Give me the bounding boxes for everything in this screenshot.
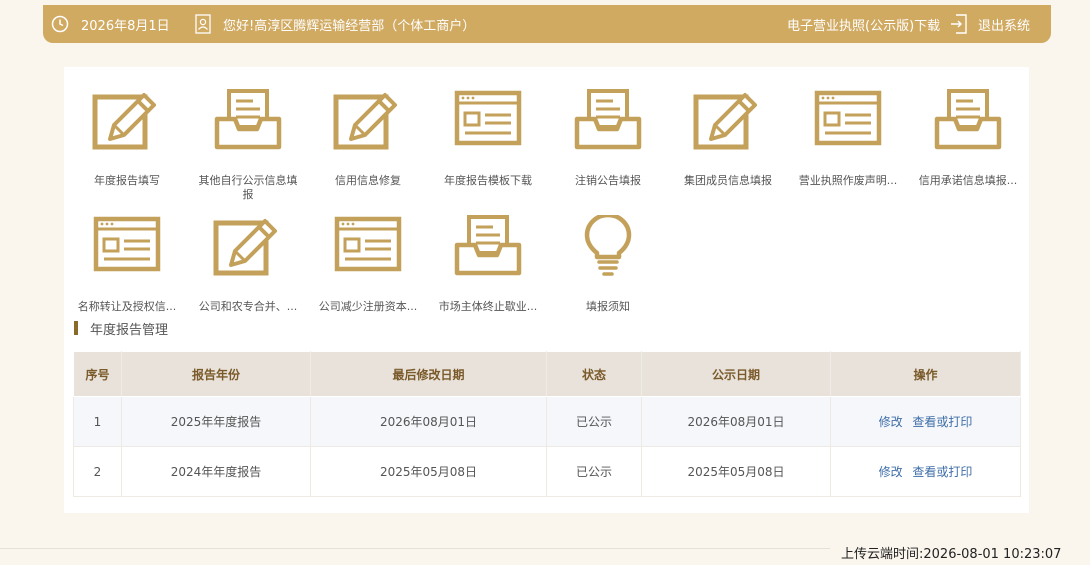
inbox-icon — [428, 215, 548, 277]
view-print-link[interactable]: 查看或打印 — [912, 415, 972, 429]
edit-link[interactable]: 修改 — [879, 415, 903, 429]
cell-actions: 修改 查看或打印 — [830, 446, 1021, 497]
tile-label: 信用承诺信息填报... — [918, 174, 1018, 187]
form-pencil-icon — [668, 89, 788, 151]
tile-instructions[interactable]: 填报须知 — [548, 215, 668, 325]
cell-year: 2024年年度报告 — [121, 446, 311, 497]
lightbulb-icon — [548, 215, 668, 277]
view-print-link[interactable]: 查看或打印 — [912, 465, 972, 479]
inbox-icon — [908, 89, 1028, 151]
clock-icon — [51, 15, 69, 33]
window-list-icon — [788, 89, 908, 151]
form-pencil-icon — [308, 89, 428, 151]
col-header-status: 状态 — [546, 351, 642, 397]
col-header-published: 公示日期 — [641, 351, 831, 397]
cell-no: 2 — [73, 446, 122, 497]
cell-status: 已公示 — [546, 396, 642, 447]
inbox-icon — [548, 89, 668, 151]
tile-label: 公司和农专合并、... — [198, 300, 298, 313]
cell-no: 1 — [73, 396, 122, 447]
user-greeting: 您好!高淳区腾辉运输经营部（个体工商户） — [195, 5, 475, 43]
window-list-icon — [428, 89, 548, 151]
top-header-bar: 2026年8月1日 您好!高淳区腾辉运输经营部（个体工商户） 电子营业执照(公示… — [43, 5, 1051, 43]
tile-credit-commitment[interactable]: 信用承诺信息填报... — [908, 89, 1028, 199]
tile-group-members[interactable]: 集团成员信息填报 — [668, 89, 788, 199]
upload-time: 上传云端时间:2026-08-01 10:23:07 — [841, 547, 1062, 562]
tile-label: 市场主体终止歇业... — [438, 300, 538, 313]
tile-label: 营业执照作废声明... — [798, 174, 898, 187]
tile-label: 公司减少注册资本... — [318, 300, 418, 313]
date-display: 2026年8月1日 — [51, 5, 170, 43]
footer-divider — [0, 548, 830, 549]
tile-label: 信用信息修复 — [335, 174, 401, 187]
tile-label: 名称转让及授权信... — [77, 300, 177, 313]
tile-annual-report-fill[interactable]: 年度报告填写 — [67, 89, 187, 199]
section-title: 年度报告管理 — [90, 322, 169, 338]
col-header-no: 序号 — [73, 351, 122, 397]
logout-label: 退出系统 — [978, 18, 1031, 34]
cell-published: 2026年08月01日 — [641, 396, 831, 447]
logout-button[interactable]: 退出系统 — [950, 5, 1030, 43]
tile-credit-repair[interactable]: 信用信息修复 — [308, 89, 428, 199]
greeting-text: 您好!高淳区腾辉运输经营部（个体工商户） — [223, 18, 476, 34]
tile-cancel-notice[interactable]: 注销公告填报 — [548, 89, 668, 199]
tile-capital-reduction[interactable]: 公司减少注册资本... — [308, 215, 428, 325]
form-pencil-icon — [188, 215, 308, 277]
cell-modified: 2026年08月01日 — [310, 396, 547, 447]
inbox-icon — [188, 89, 308, 151]
col-header-actions: 操作 — [830, 351, 1021, 397]
tile-merger[interactable]: 公司和农专合并、... — [188, 215, 308, 325]
table-header-row: 序号 报告年份 最后修改日期 状态 公示日期 操作 — [73, 351, 1021, 397]
tile-other-disclosure[interactable]: 其他自行公示信息填报 — [188, 89, 308, 201]
tile-label: 年度报告填写 — [94, 174, 160, 187]
cell-actions: 修改 查看或打印 — [830, 396, 1021, 447]
col-header-modified: 最后修改日期 — [310, 351, 547, 397]
section-marker — [74, 321, 78, 335]
section-header: 年度报告管理 — [74, 320, 169, 338]
user-badge-icon — [195, 14, 211, 34]
tile-template-download[interactable]: 年度报告模板下载 — [428, 89, 548, 199]
tile-label: 填报须知 — [586, 300, 630, 313]
tile-label: 注销公告填报 — [575, 174, 641, 187]
tile-label: 其他自行公示信息填报 — [198, 174, 298, 201]
logout-icon — [950, 14, 968, 34]
cell-published: 2025年05月08日 — [641, 446, 831, 497]
current-date: 2026年8月1日 — [81, 18, 170, 34]
cell-status: 已公示 — [546, 446, 642, 497]
tile-name-transfer[interactable]: 名称转让及授权信... — [67, 215, 187, 325]
tile-license-void[interactable]: 营业执照作废声明... — [788, 89, 908, 199]
tile-label: 年度报告模板下载 — [444, 174, 532, 187]
license-download-link[interactable]: 电子营业执照(公示版)下载 — [787, 5, 940, 43]
cell-year: 2025年年度报告 — [121, 396, 311, 447]
form-pencil-icon — [67, 89, 187, 151]
tile-termination[interactable]: 市场主体终止歇业... — [428, 215, 548, 325]
col-header-year: 报告年份 — [121, 351, 311, 397]
cell-modified: 2025年05月08日 — [310, 446, 547, 497]
annual-report-table: 序号 报告年份 最后修改日期 状态 公示日期 操作 1 2025年年度报告 20… — [73, 351, 1021, 497]
table-row: 1 2025年年度报告 2026年08月01日 已公示 2026年08月01日 … — [73, 396, 1021, 447]
window-list-icon — [308, 215, 428, 277]
tile-label: 集团成员信息填报 — [684, 174, 772, 187]
window-list-icon — [67, 215, 187, 277]
edit-link[interactable]: 修改 — [879, 465, 903, 479]
table-row: 2 2024年年度报告 2025年05月08日 已公示 2025年05月08日 … — [73, 446, 1021, 497]
